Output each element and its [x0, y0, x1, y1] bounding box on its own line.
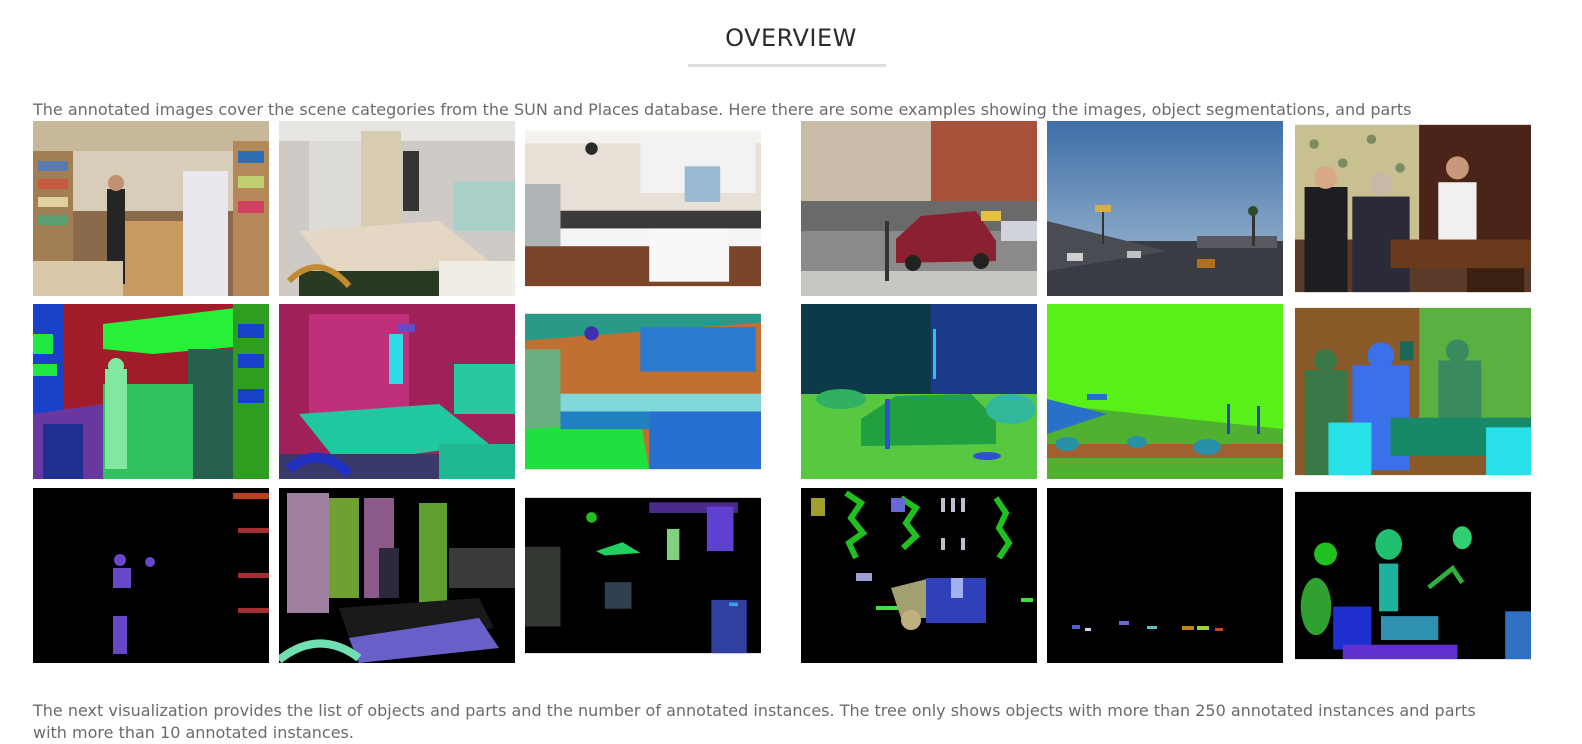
- parts-bar: [1295, 488, 1531, 663]
- segmentation-street: [801, 304, 1037, 479]
- outro-paragraph: The next visualization provides the list…: [33, 701, 1476, 742]
- segmentation-kitchen: [525, 304, 761, 479]
- image-bedroom: [279, 121, 515, 296]
- segmentation-bar: [1295, 304, 1531, 479]
- image-bar: [1295, 121, 1531, 296]
- image-kitchen: [525, 121, 761, 296]
- image-bookstore: [33, 121, 269, 296]
- segmentation-highway: [1047, 304, 1283, 479]
- parts-bookstore: [33, 488, 269, 663]
- parts-highway: [1047, 488, 1283, 663]
- overview-heading: OVERVIEW: [725, 24, 857, 52]
- image-street: [801, 121, 1037, 296]
- parts-kitchen: [525, 488, 761, 663]
- heading-underline: [688, 64, 886, 67]
- parts-bedroom: [279, 488, 515, 663]
- example-gallery: [33, 121, 1542, 664]
- image-highway: [1047, 121, 1283, 296]
- segmentation-bookstore: [33, 304, 269, 479]
- segmentation-bedroom: [279, 304, 515, 479]
- parts-street: [801, 488, 1037, 663]
